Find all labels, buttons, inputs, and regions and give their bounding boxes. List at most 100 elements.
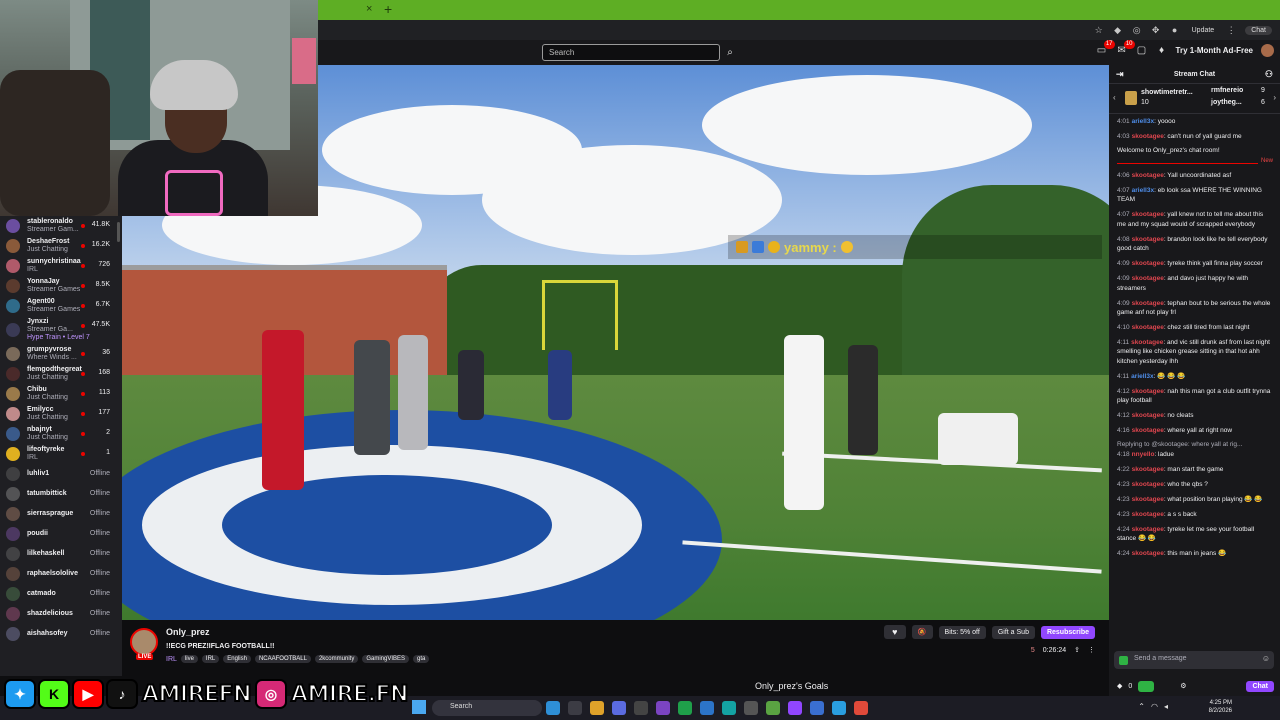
app-icon[interactable] [854, 701, 868, 715]
message-username[interactable]: skootagee [1132, 412, 1164, 419]
message-username[interactable]: ariell3x [1132, 118, 1154, 125]
whispers-icon[interactable]: ▢ [1136, 45, 1148, 57]
sidebar-channel-4[interactable]: Agent00 Streamer Games 6.7K [0, 296, 122, 316]
puzzle-icon[interactable]: ✥ [1151, 25, 1161, 35]
sidebar-offline-3[interactable]: poudii Offline [0, 524, 122, 544]
sidebar-channel-10[interactable]: nbajnyt Just Chatting 2 [0, 424, 122, 444]
menu-icon[interactable]: ⋮ [1226, 25, 1236, 35]
message-username[interactable]: skootagee [1132, 275, 1164, 282]
stream-tag[interactable]: GamingVIBES [362, 655, 409, 663]
sidebar-channel-5[interactable]: Jynxzi Streamer Ga... Hype Train • Level 7… [0, 316, 122, 344]
message-username[interactable]: skootagee [1132, 550, 1164, 557]
twitch-icon[interactable] [788, 701, 802, 715]
app-icon[interactable] [744, 701, 758, 715]
start-icon[interactable] [412, 700, 426, 714]
message-username[interactable]: skootagee [1132, 260, 1164, 267]
message-username[interactable]: skootagee [1132, 236, 1164, 243]
stream-tag[interactable]: live [180, 655, 198, 663]
sidebar-channel-8[interactable]: Chibu Just Chatting 113 [0, 384, 122, 404]
collapse-chat-icon[interactable]: ⇥ [1116, 65, 1124, 84]
sidebar-channel-7[interactable]: flemgodthegreat Just Chatting 168 [0, 364, 122, 384]
volume-icon[interactable]: ◂ [1164, 702, 1168, 711]
new-tab-button[interactable]: + [384, 1, 392, 17]
message-username[interactable]: skootagee [1132, 526, 1164, 533]
notifications-toggle-button[interactable]: 🔕 [911, 625, 933, 639]
message-username[interactable]: ariell3x [1132, 187, 1154, 194]
app-icon[interactable] [766, 701, 780, 715]
share-icon[interactable]: ⇪ [1074, 646, 1080, 654]
edge-icon[interactable] [546, 701, 560, 715]
extension-icon-2[interactable]: ◎ [1132, 25, 1142, 35]
sidebar-offline-5[interactable]: raphaelsololive Offline [0, 564, 122, 584]
sidebar-channel-11[interactable]: lifeoftyreke IRL 1 [0, 444, 122, 464]
sidebar-offline-8[interactable]: aishahsofey Offline [0, 624, 122, 644]
inbox-icon[interactable]: ✉ 10 [1116, 39, 1135, 57]
stream-category[interactable]: IRL [166, 656, 177, 663]
profile-icon[interactable]: ● [1170, 25, 1180, 35]
sidebar-offline-7[interactable]: shazdelicious Offline [0, 604, 122, 624]
sidebar-channel-9[interactable]: Emilycc Just Chatting 177 [0, 404, 122, 424]
message-username[interactable]: ariell3x [1131, 373, 1153, 380]
app-icon[interactable] [832, 701, 846, 715]
message-username[interactable]: skootagee [1132, 300, 1164, 307]
leader-name[interactable]: joytheg... [1211, 99, 1242, 106]
bits-button[interactable]: Bits: 5% off [938, 625, 986, 639]
stream-tag[interactable]: gta [413, 655, 430, 663]
user-avatar[interactable] [1261, 44, 1274, 57]
sidebar-channel-3[interactable]: YonnaJay Streamer Games 8.5K [0, 276, 122, 296]
message-username[interactable]: skootagee [1132, 466, 1164, 473]
epic-icon[interactable] [634, 701, 648, 715]
message-username[interactable]: skootagee [1132, 211, 1164, 218]
update-button[interactable]: Update [1189, 27, 1218, 34]
app-icon[interactable] [700, 701, 714, 715]
app-icon[interactable] [568, 701, 582, 715]
sidebar-offline-4[interactable]: lilkehaskell Offline [0, 544, 122, 564]
gift-sub-button[interactable]: Gift a Sub [991, 625, 1035, 639]
ad-free-button[interactable]: Try 1-Month Ad-Free [1176, 46, 1253, 55]
sidebar-channel-6[interactable]: grumpyvrose Where Winds ... 36 [0, 344, 122, 364]
taskbar-search[interactable]: Search [432, 700, 542, 716]
stream-tag[interactable]: IRL [201, 655, 220, 663]
message-username[interactable]: nnyello [1132, 451, 1155, 458]
tray-chevron-icon[interactable]: ⌃ [1138, 702, 1145, 711]
chevron-left-icon[interactable]: ‹ [1113, 93, 1116, 102]
leader-name[interactable]: showtimetretr... [1141, 89, 1193, 96]
settings-icon[interactable]: ⚙ [1180, 682, 1186, 690]
message-username[interactable]: skootagee [1132, 427, 1164, 434]
search-input[interactable]: Search [542, 44, 720, 61]
discord-icon[interactable] [612, 701, 626, 715]
stream-tag[interactable]: 2kcommunity [314, 655, 359, 663]
notifications-icon[interactable]: ▭ 17 [1096, 39, 1115, 57]
star-icon[interactable]: ☆ [1094, 25, 1104, 35]
bits-icon[interactable]: ◆ [1117, 682, 1122, 690]
follow-heart-button[interactable]: ♥ [883, 625, 906, 639]
stream-tag[interactable]: English [223, 655, 251, 663]
sidebar-offline-1[interactable]: tatumbittick Offline [0, 484, 122, 504]
taskbar-clock[interactable]: 4:25 PM 8/2/2026 [1209, 699, 1232, 715]
search-icon[interactable]: ⌕ [723, 44, 737, 61]
message-username[interactable]: skootagee [1132, 511, 1164, 518]
extension-icon[interactable]: ◆ [1113, 25, 1123, 35]
sidebar-channel-2[interactable]: sunnychristinaa IRL 726 [0, 256, 122, 276]
send-chat-button[interactable]: Chat [1246, 680, 1274, 692]
users-icon[interactable]: ⚇ [1265, 65, 1273, 84]
sidebar-offline-2[interactable]: sierrasprague Offline [0, 504, 122, 524]
app-icon[interactable] [722, 701, 736, 715]
tab-close-button[interactable]: × [366, 3, 372, 15]
streamer-avatar[interactable] [130, 628, 158, 656]
channel-points-button[interactable] [1138, 680, 1155, 692]
leader-name[interactable]: rmfnereio [1211, 87, 1243, 94]
chrome-icon[interactable] [590, 701, 604, 715]
sidebar-offline-6[interactable]: catmado Offline [0, 584, 122, 604]
message-username[interactable]: skootagee [1131, 339, 1163, 346]
sidebar-channel-0[interactable]: stableronaldo Streamer Gam... 41.8K [0, 216, 122, 236]
message-username[interactable]: skootagee [1132, 133, 1164, 140]
message-username[interactable]: skootagee [1132, 496, 1164, 503]
wifi-icon[interactable]: ◠ [1151, 702, 1158, 711]
sidebar-offline-0[interactable]: luhliv1 Offline [0, 464, 122, 484]
xbox-icon[interactable] [678, 701, 692, 715]
resubscribe-button[interactable]: Resubscribe [1040, 625, 1095, 639]
message-username[interactable]: skootagee [1132, 388, 1164, 395]
message-username[interactable]: skootagee [1132, 172, 1164, 179]
stream-tag[interactable]: NCAAFOOTBALL [254, 655, 311, 663]
